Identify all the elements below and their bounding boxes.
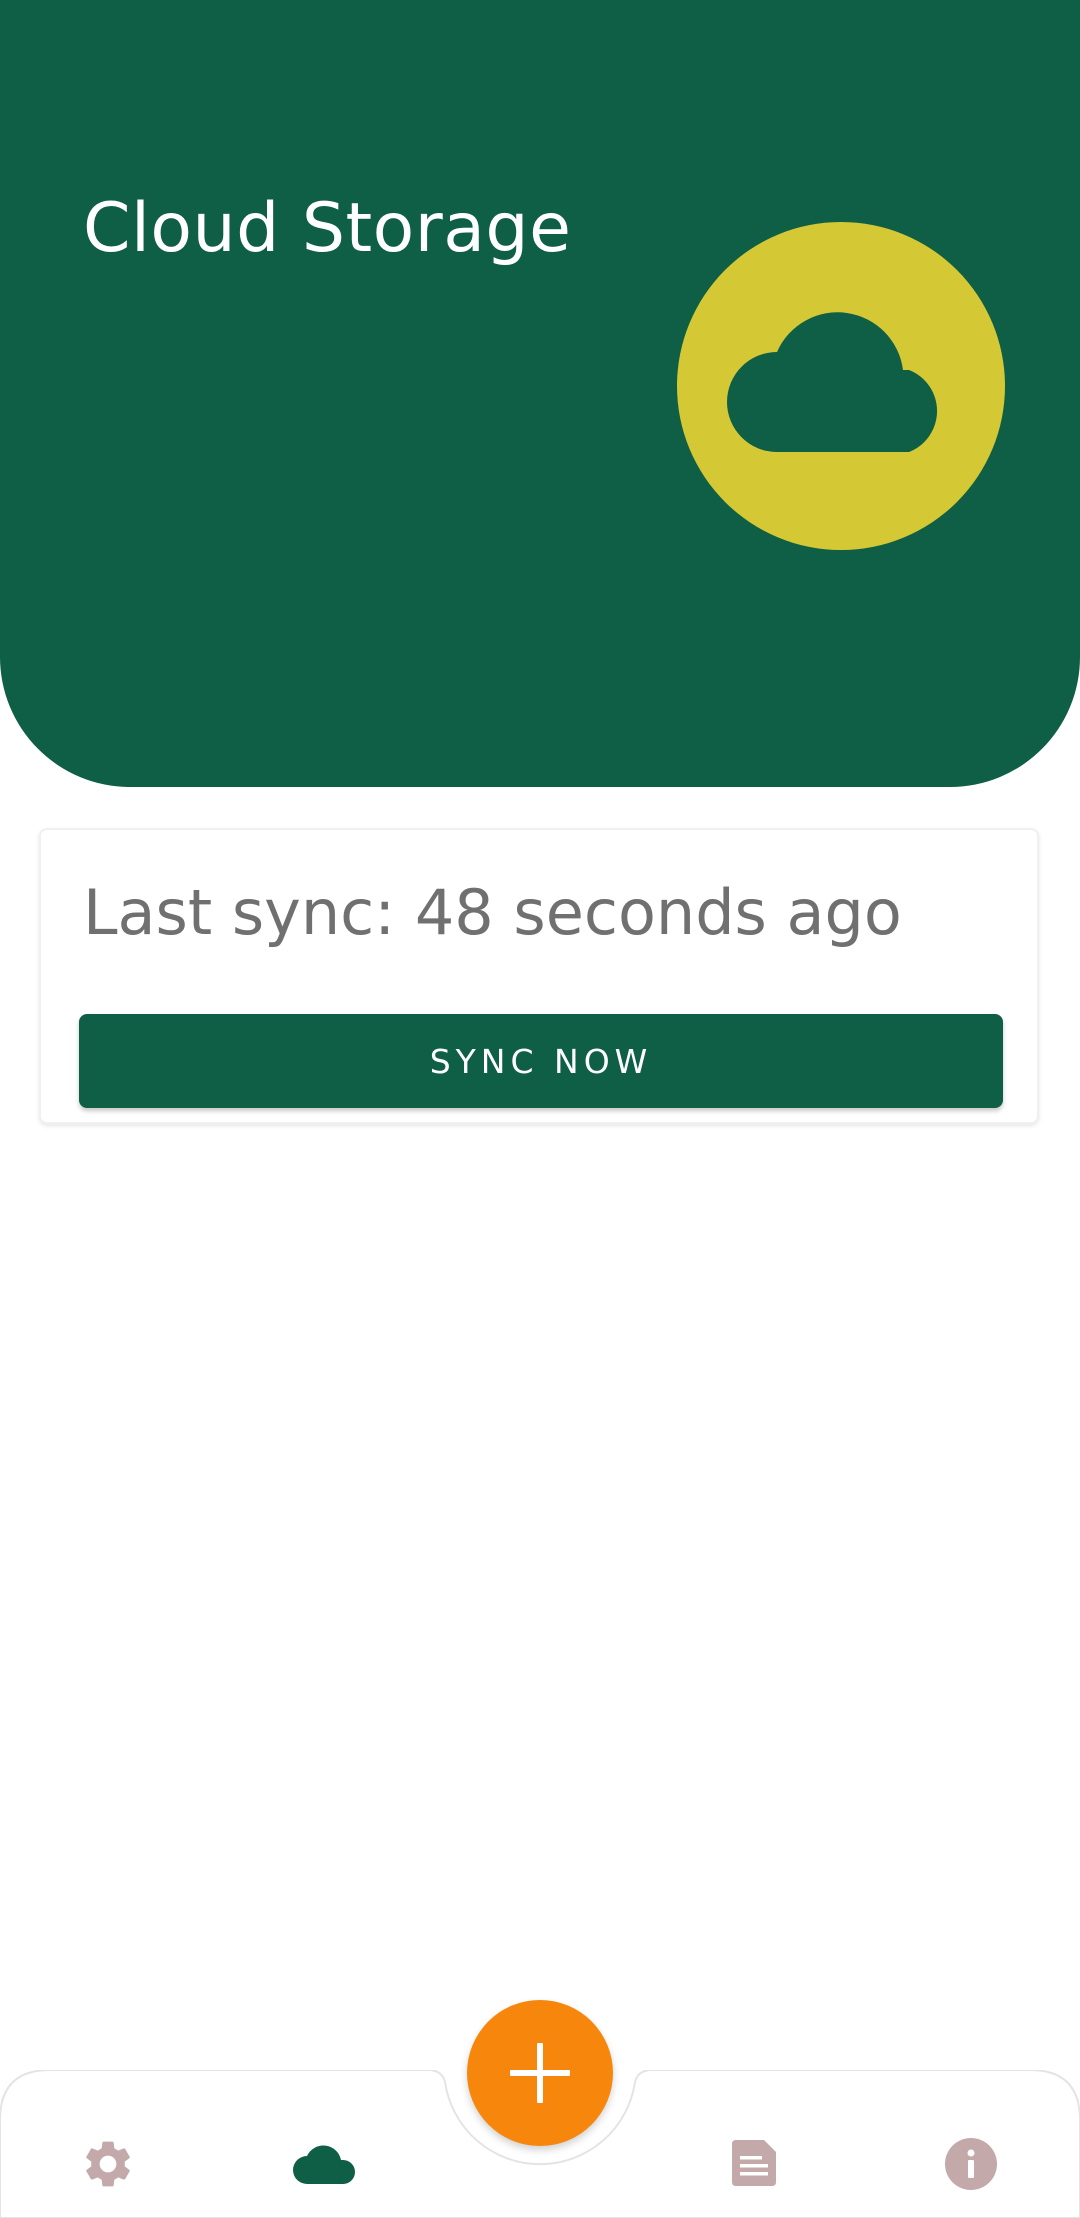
page-title: Cloud Storage <box>83 189 572 268</box>
info-icon <box>945 2138 997 2190</box>
document-icon <box>732 2140 776 2186</box>
sync-now-button[interactable]: SYNC NOW <box>79 1014 1003 1108</box>
cloud-icon <box>727 312 938 452</box>
header-banner: Cloud Storage <box>0 0 1080 787</box>
nav-documents[interactable] <box>694 2114 814 2214</box>
sync-card: Last sync: 48 seconds ago SYNC NOW <box>39 828 1039 1124</box>
cloud-storage-screen: Cloud Storage Last sync: 48 seconds ago … <box>0 0 1080 2218</box>
cloud-icon <box>293 2145 355 2184</box>
add-button[interactable] <box>467 2000 613 2146</box>
plus-icon <box>510 2043 570 2103</box>
gear-icon <box>86 2141 130 2187</box>
last-sync-text: Last sync: 48 seconds ago <box>83 876 902 949</box>
nav-info[interactable] <box>911 2114 1031 2214</box>
cloud-badge <box>677 222 1005 550</box>
nav-settings[interactable] <box>48 2114 168 2214</box>
nav-cloud[interactable] <box>264 2114 384 2214</box>
